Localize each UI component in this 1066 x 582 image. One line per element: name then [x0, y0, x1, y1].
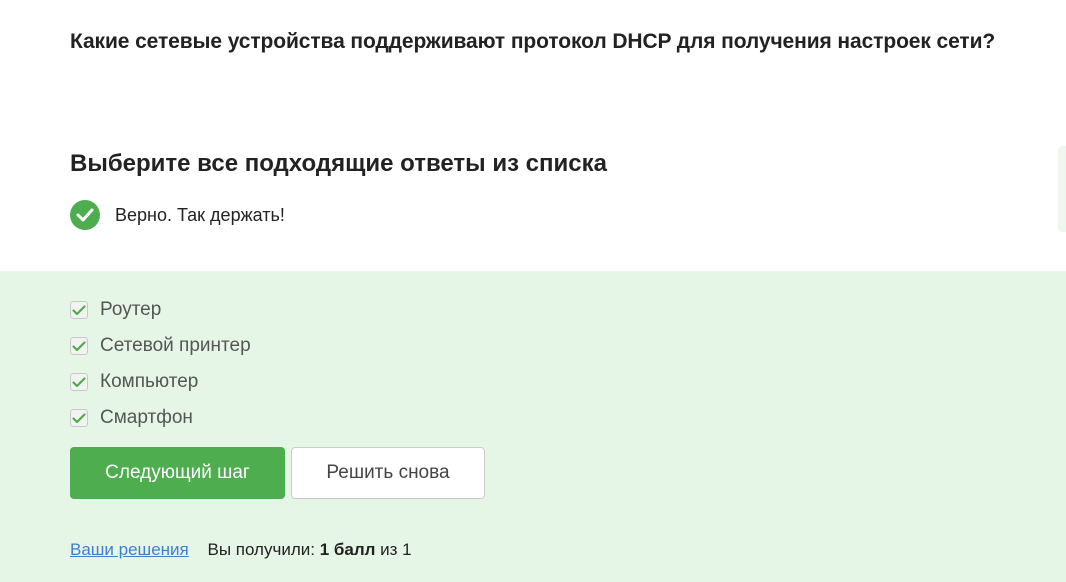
- checkmark-icon: [72, 376, 86, 387]
- option-item[interactable]: Компьютер: [70, 364, 251, 400]
- footer: Ваши решения Вы получили: 1 балл из 1: [70, 540, 412, 560]
- quiz-page: Какие сетевые устройства поддерживают пр…: [0, 0, 1066, 582]
- option-label: Смартфон: [100, 407, 193, 428]
- checkbox[interactable]: [70, 373, 88, 391]
- feedback-message: Верно. Так держать!: [70, 200, 285, 230]
- option-label: Сетевой принтер: [100, 335, 251, 356]
- side-panel-edge: [1058, 146, 1066, 232]
- next-step-button[interactable]: Следующий шаг: [70, 447, 285, 499]
- score-suffix: из 1: [380, 540, 412, 559]
- retry-button[interactable]: Решить снова: [291, 447, 485, 499]
- checkbox[interactable]: [70, 301, 88, 319]
- option-item[interactable]: Роутер: [70, 292, 251, 328]
- option-item[interactable]: Сетевой принтер: [70, 328, 251, 364]
- checkbox[interactable]: [70, 409, 88, 427]
- options-list: Роутер Сетевой принтер Компьютер Смартфо…: [70, 292, 251, 436]
- check-circle-icon: [70, 200, 100, 230]
- checkbox[interactable]: [70, 337, 88, 355]
- instruction-heading: Выберите все подходящие ответы из списка: [70, 150, 607, 177]
- checkmark-icon: [72, 340, 86, 351]
- feedback-text: Верно. Так держать!: [115, 204, 285, 225]
- checkmark-icon: [72, 304, 86, 315]
- question-title: Какие сетевые устройства поддерживают пр…: [70, 30, 996, 53]
- option-label: Компьютер: [100, 371, 199, 392]
- checkmark-icon: [72, 412, 86, 423]
- your-solutions-link[interactable]: Ваши решения: [70, 540, 189, 559]
- option-label: Роутер: [100, 299, 162, 320]
- score-prefix: Вы получили:: [207, 540, 315, 559]
- score-value: 1 балл: [319, 540, 376, 559]
- option-item[interactable]: Смартфон: [70, 400, 251, 436]
